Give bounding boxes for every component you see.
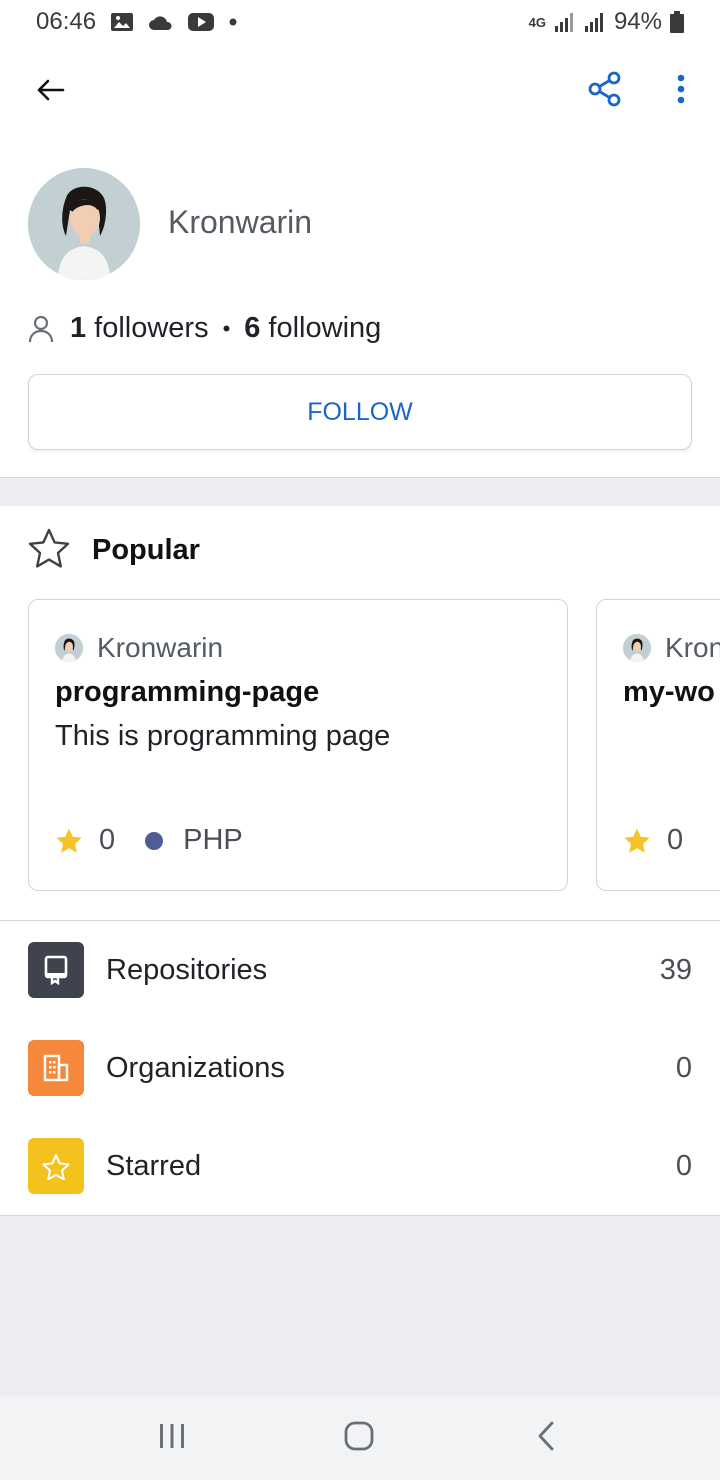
signal-icon-2 bbox=[584, 11, 606, 33]
avatar bbox=[28, 168, 140, 280]
owner-avatar bbox=[623, 634, 651, 662]
gallery-icon bbox=[110, 11, 134, 33]
menu-label: Repositories bbox=[106, 953, 268, 986]
stats-separator: • bbox=[222, 315, 231, 341]
repo-meta: 0 bbox=[623, 824, 683, 857]
recent-apps-icon bbox=[158, 1423, 186, 1454]
repo-description: This is programming page bbox=[55, 720, 391, 752]
menu-item-organizations[interactable]: Organizations 0 bbox=[0, 1019, 720, 1117]
profile-name: Kronwarin bbox=[168, 204, 313, 240]
chevron-left-icon bbox=[537, 1421, 555, 1456]
battery-icon bbox=[670, 11, 684, 33]
star-filled-icon bbox=[623, 827, 651, 854]
menu-count: 0 bbox=[675, 1149, 692, 1182]
home-icon bbox=[344, 1421, 374, 1456]
youtube-icon bbox=[188, 12, 215, 32]
followers-label[interactable]: followers bbox=[94, 312, 208, 345]
recent-apps-button[interactable] bbox=[142, 1418, 202, 1458]
following-count[interactable]: 6 bbox=[244, 312, 260, 345]
status-bar: 06:46 4G 94% bbox=[0, 0, 720, 44]
arrow-left-icon bbox=[35, 78, 65, 107]
repo-language: PHP bbox=[183, 824, 243, 856]
card-owner: Kronwarin bbox=[55, 632, 223, 664]
person-icon bbox=[28, 315, 54, 343]
repo-star-count: 0 bbox=[667, 824, 684, 856]
network-type: 4G bbox=[528, 14, 546, 30]
menu-item-starred[interactable]: Starred 0 bbox=[0, 1117, 720, 1215]
cloud-icon bbox=[148, 13, 174, 31]
signal-icon bbox=[554, 11, 576, 33]
follow-stats: 1 followers • 6 following bbox=[28, 312, 381, 345]
system-nav-bar bbox=[0, 1396, 720, 1480]
system-back-button[interactable] bbox=[516, 1418, 576, 1458]
follow-button[interactable]: FOLLOW bbox=[28, 374, 692, 450]
repo-meta: 0 PHP bbox=[55, 824, 243, 857]
repo-title: my-wo bbox=[623, 676, 715, 708]
profile-header: Kronwarin 1 followers • 6 following FOLL… bbox=[0, 44, 720, 478]
repo-star-count: 0 bbox=[99, 824, 116, 856]
owner-avatar bbox=[55, 634, 83, 662]
status-time: 06:46 bbox=[36, 8, 97, 35]
popular-header: Popular bbox=[28, 528, 200, 573]
notification-dot-icon bbox=[228, 17, 238, 27]
more-options-button[interactable] bbox=[664, 70, 698, 112]
language-color-dot bbox=[145, 831, 164, 850]
more-vertical-icon bbox=[677, 74, 685, 109]
owner-name: Kronwarin bbox=[97, 632, 224, 663]
home-button[interactable] bbox=[329, 1418, 389, 1458]
owner-name: Kronwarin bbox=[665, 632, 720, 663]
battery-percent: 94% bbox=[613, 8, 662, 35]
repo-card[interactable]: Kronwarin programming-page This is progr… bbox=[28, 599, 568, 891]
profile-menu: Repositories 39 Organizations 0 Starred … bbox=[0, 920, 720, 1216]
menu-count: 39 bbox=[659, 953, 692, 986]
app-bar bbox=[0, 44, 720, 136]
menu-label: Organizations bbox=[106, 1051, 285, 1084]
following-label[interactable]: following bbox=[268, 312, 381, 345]
menu-count: 0 bbox=[675, 1051, 692, 1084]
repo-card[interactable]: Kronwarin my-wo 0 bbox=[596, 599, 720, 891]
repo-title: programming-page bbox=[55, 676, 320, 708]
popular-title: Popular bbox=[92, 534, 200, 566]
card-owner: Kronwarin bbox=[623, 632, 720, 664]
popular-section: Popular Kronwarin programming-page This … bbox=[0, 506, 720, 920]
share-button[interactable] bbox=[582, 70, 628, 112]
followers-count[interactable]: 1 bbox=[70, 312, 86, 345]
repository-icon bbox=[28, 942, 84, 998]
star-icon bbox=[28, 1138, 84, 1194]
back-button[interactable] bbox=[28, 72, 72, 112]
organization-icon bbox=[28, 1040, 84, 1096]
share-icon bbox=[588, 71, 622, 112]
star-filled-icon bbox=[55, 827, 83, 854]
star-outline-icon bbox=[28, 528, 70, 573]
menu-item-repositories[interactable]: Repositories 39 bbox=[0, 921, 720, 1019]
menu-label: Starred bbox=[106, 1149, 202, 1182]
